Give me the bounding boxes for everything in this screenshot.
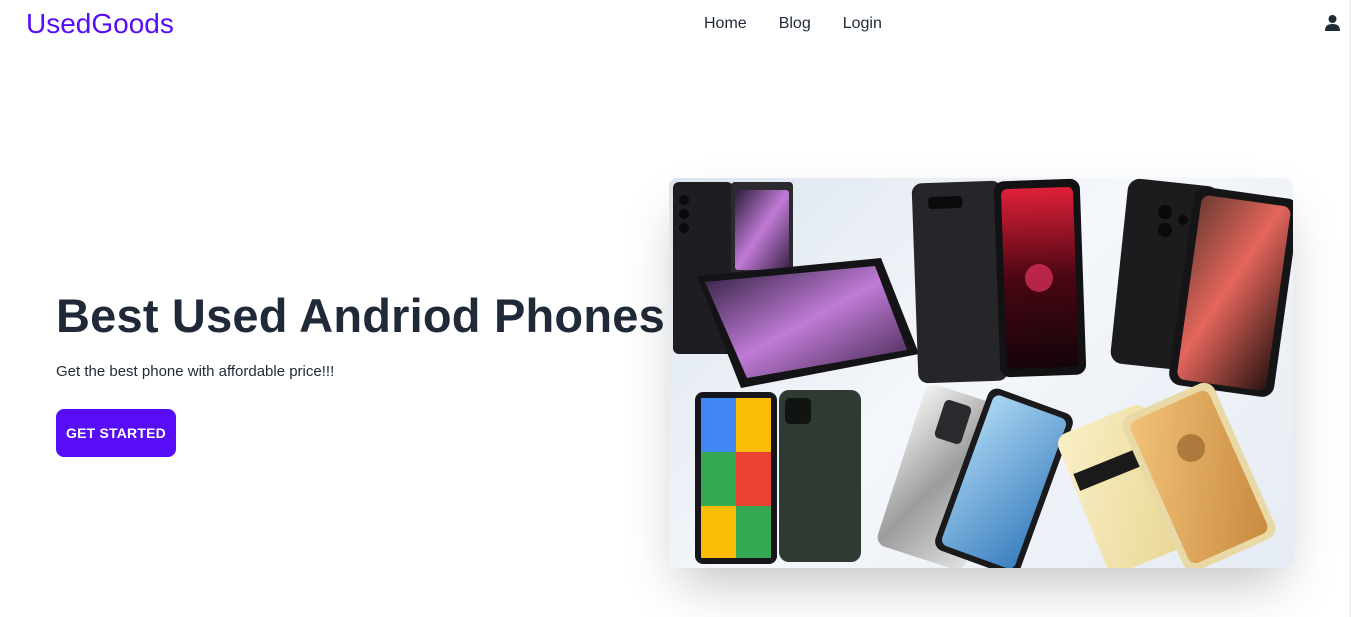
hero-image-phones bbox=[669, 178, 1293, 568]
nav-menu: Home Blog Login bbox=[688, 0, 898, 48]
phone-fold bbox=[673, 182, 919, 388]
hero-title: Best Used Andriod Phones bbox=[56, 289, 665, 342]
phone-pixel-5a bbox=[695, 390, 861, 564]
logo[interactable]: UsedGoods bbox=[26, 7, 174, 41]
get-started-button[interactable]: GET STARTED bbox=[56, 409, 176, 457]
profile-button[interactable] bbox=[1321, 12, 1343, 34]
hero-subtitle: Get the best phone with affordable price… bbox=[56, 363, 335, 380]
phone-rog bbox=[911, 178, 1087, 384]
phone-s21-ultra bbox=[1110, 178, 1293, 397]
user-icon bbox=[1324, 15, 1340, 31]
nav-link-login[interactable]: Login bbox=[827, 7, 898, 41]
phone-oneplus bbox=[877, 384, 1073, 568]
phone-pixel-6 bbox=[1058, 382, 1276, 568]
hero-content: Best Used Andriod Phones Get the best ph… bbox=[56, 288, 666, 457]
nav-link-blog[interactable]: Blog bbox=[763, 7, 827, 41]
nav-link-home[interactable]: Home bbox=[688, 7, 763, 41]
navbar: UsedGoods Home Blog Login bbox=[0, 0, 1351, 48]
